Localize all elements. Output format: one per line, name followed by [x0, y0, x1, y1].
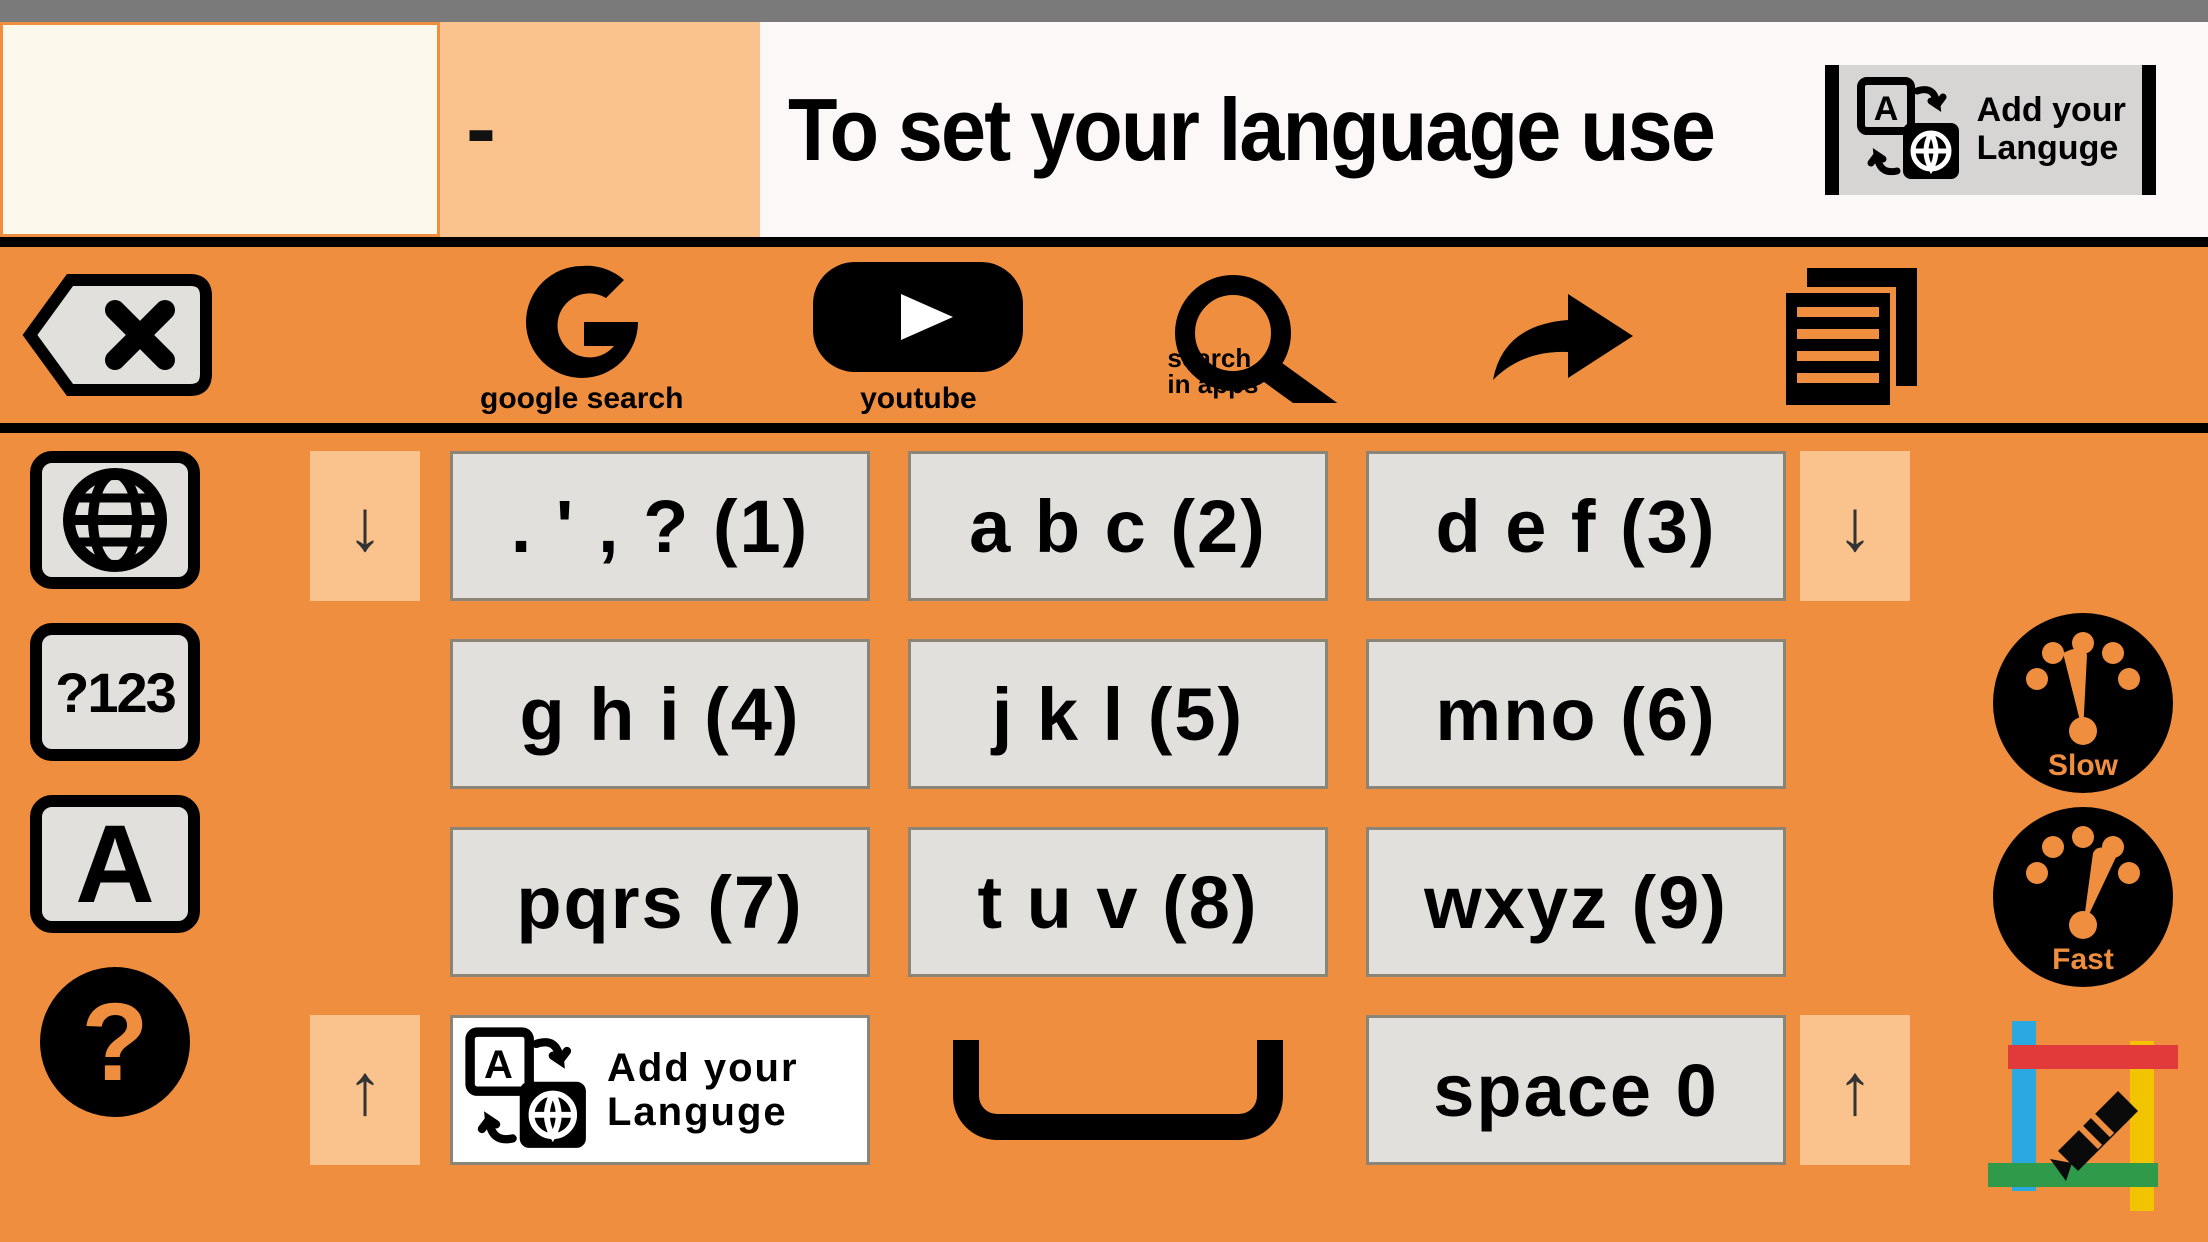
speed-column: Slow Fast — [1988, 613, 2178, 1211]
document-stack-icon — [1763, 260, 1933, 410]
color-frame-icon — [1988, 1021, 2178, 1211]
add-language-key-label: Add your Languge — [607, 1046, 799, 1134]
key-5[interactable]: j k l (5) — [908, 639, 1328, 789]
key-8[interactable]: t u v (8) — [908, 827, 1328, 977]
share-icon — [1473, 270, 1643, 400]
left-arrow-column: ↓ ↑ — [310, 451, 420, 1165]
mode-column: ?123 A ? — [30, 451, 200, 1117]
input-preview-box[interactable] — [0, 22, 440, 237]
add-language-label: Add your Languge — [1977, 92, 2126, 167]
add-language-key[interactable]: A Add your Languge — [450, 1015, 870, 1165]
add-language-chip[interactable]: A Add your Languge — [1825, 65, 2156, 195]
hint-banner: To set your language use A Add your Lang… — [760, 22, 2208, 237]
copy-button[interactable] — [1763, 260, 1933, 410]
key-1[interactable]: . ' , ? (1) — [450, 451, 870, 601]
youtube-button[interactable]: youtube — [803, 254, 1033, 416]
theme-button[interactable] — [1988, 1021, 2178, 1211]
key-0[interactable]: space 0 — [1366, 1015, 1786, 1165]
share-button[interactable] — [1473, 270, 1643, 400]
key-4[interactable]: g h i (4) — [450, 639, 870, 789]
toolbar: google search youtube search in apps — [0, 247, 2208, 433]
backspace-button[interactable] — [20, 260, 220, 410]
fast-label: Fast — [2052, 943, 2114, 977]
scroll-down-right[interactable]: ↓ — [1800, 451, 1910, 601]
slow-label: Slow — [2048, 749, 2118, 783]
globe-icon — [55, 465, 175, 575]
key-3[interactable]: d e f (3) — [1366, 451, 1786, 601]
status-bar — [0, 0, 2208, 22]
language-switch-button[interactable] — [30, 451, 200, 589]
google-search-button[interactable]: google search — [480, 254, 683, 416]
spacebar-key[interactable] — [908, 1015, 1328, 1165]
translate-icon: A — [1855, 75, 1965, 185]
google-icon — [482, 254, 682, 384]
slow-dial[interactable]: Slow — [1993, 613, 2173, 793]
letters-mode-button[interactable]: A — [30, 795, 200, 933]
translate-icon: A — [463, 1025, 593, 1155]
spacebar-icon — [953, 1040, 1283, 1140]
right-arrow-column: ↓ ↑ — [1800, 451, 1910, 1165]
key-9[interactable]: wxyz (9) — [1366, 827, 1786, 977]
google-label: google search — [480, 382, 683, 416]
search-in-apps-button[interactable]: search in apps — [1153, 273, 1353, 397]
help-button[interactable]: ? — [40, 967, 190, 1117]
keypad-grid: . ' , ? (1) a b c (2) d e f (3) g h i (4… — [450, 451, 1770, 1165]
key-6[interactable]: mno (6) — [1366, 639, 1786, 789]
key-2[interactable]: a b c (2) — [908, 451, 1328, 601]
numbers-mode-button[interactable]: ?123 — [30, 623, 200, 761]
input-caret-box[interactable]: - — [440, 22, 760, 237]
backspace-icon — [20, 260, 220, 410]
svg-text:A: A — [1873, 90, 1898, 128]
fast-dial[interactable]: Fast — [1993, 807, 2173, 987]
scroll-up-left[interactable]: ↑ — [310, 1015, 420, 1165]
scroll-down-left[interactable]: ↓ — [310, 451, 420, 601]
youtube-label: youtube — [860, 382, 977, 416]
header: - To set your language use A Add your La… — [0, 22, 2208, 247]
key-7[interactable]: pqrs (7) — [450, 827, 870, 977]
scroll-up-right[interactable]: ↑ — [1800, 1015, 1910, 1165]
keypad-area: ?123 A ? ↓ ↑ . ' , ? (1) a b c (2) d e f… — [0, 433, 2208, 1232]
youtube-icon — [803, 254, 1033, 384]
hint-text: To set your language use — [788, 79, 1714, 181]
svg-text:A: A — [484, 1042, 515, 1087]
search-apps-label: search in apps — [1167, 345, 1258, 397]
